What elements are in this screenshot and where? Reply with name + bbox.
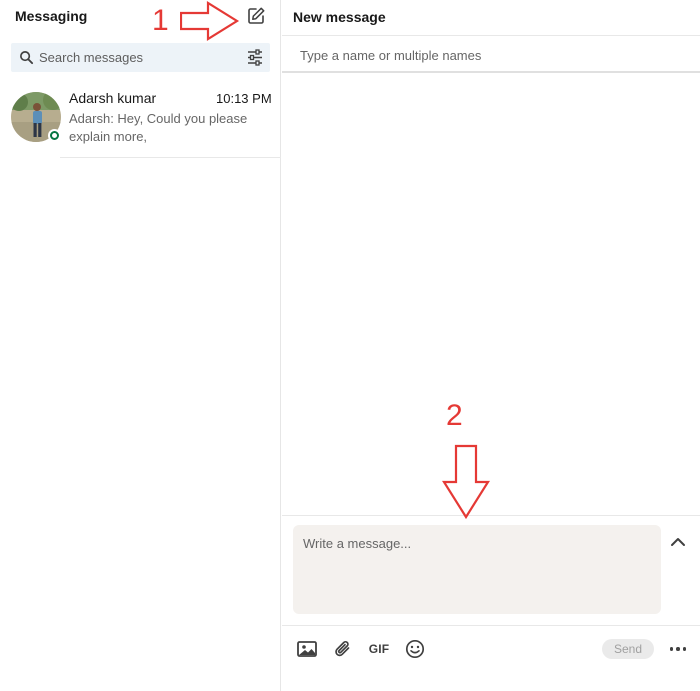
annotation-step-2: 2 [446, 399, 463, 432]
chevron-up-icon[interactable] [670, 534, 686, 550]
search-box[interactable] [11, 43, 270, 72]
conversation-name: Adarsh kumar [69, 90, 157, 106]
gif-label: GIF [368, 642, 390, 656]
conversation-item[interactable]: Adarsh kumar 10:13 PM Adarsh: Hey, Could… [0, 80, 281, 157]
new-message-title: New message [293, 9, 386, 25]
paperclip-icon [335, 641, 350, 657]
presence-indicator [48, 129, 61, 142]
more-options-button[interactable] [666, 638, 690, 660]
conversation-snippet: Adarsh: Hey, Could you please explain mo… [69, 111, 248, 144]
send-button[interactable]: Send [602, 639, 654, 659]
compose-icon [248, 7, 265, 24]
message-input[interactable] [303, 536, 653, 606]
attach-image-button[interactable] [296, 638, 318, 660]
image-icon [297, 641, 317, 657]
more-icon [669, 647, 674, 651]
emoji-button[interactable] [404, 638, 426, 660]
recipient-row [282, 36, 700, 73]
composer-toolbar: GIF Send [282, 625, 700, 671]
annotation-step-1: 1 [152, 4, 169, 37]
new-message-header: New message [282, 0, 700, 36]
filter-icon[interactable] [247, 49, 263, 66]
compose-button[interactable] [244, 4, 268, 28]
search-icon [20, 51, 34, 65]
sidebar-title: Messaging [15, 8, 88, 24]
message-composer [282, 515, 700, 625]
attach-file-button[interactable] [332, 638, 354, 660]
gif-button[interactable]: GIF [367, 638, 391, 660]
recipient-input[interactable] [300, 45, 680, 65]
message-box[interactable] [293, 525, 661, 614]
annotation-arrow-right [180, 1, 240, 41]
conversation-time: 10:13 PM [216, 91, 272, 106]
messaging-sidebar: Messaging Search messages Adarsh kumar 1… [0, 0, 281, 691]
annotation-arrow-down [442, 444, 490, 520]
search-input[interactable] [39, 47, 239, 68]
message-thread-area [282, 73, 700, 515]
divider [60, 157, 281, 158]
new-message-pane: New message GIF [282, 0, 700, 691]
emoji-icon [405, 639, 425, 659]
